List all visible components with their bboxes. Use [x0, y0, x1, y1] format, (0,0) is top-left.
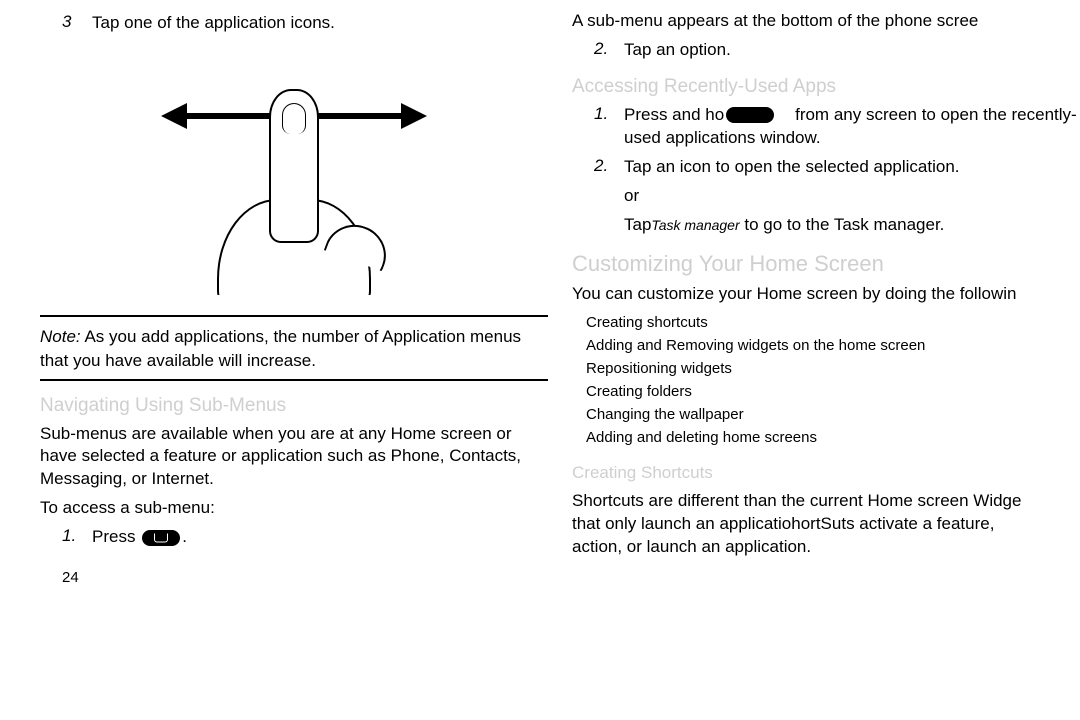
- step-3-number: 3: [62, 12, 92, 35]
- heading-customizing: Customizing Your Home Screen: [572, 251, 1080, 277]
- right-step-2-number: 2.: [594, 39, 624, 62]
- recent-or-line: or: [624, 185, 1080, 208]
- task-manager-line: TapTask manager to go to the Task manage…: [624, 214, 1080, 237]
- submenu-step-1-text: Press .: [92, 526, 548, 549]
- divider: [40, 315, 548, 317]
- bullet-widgets: Adding and Removing widgets on the home …: [586, 335, 1080, 356]
- bullet-folders: Creating folders: [586, 381, 1080, 402]
- bullet-homescreens: Adding and deleting home screens: [586, 427, 1080, 448]
- recent-step-1-text: Press and ho from any screen to open the…: [624, 104, 1080, 150]
- submenu-step-1-number: 1.: [62, 526, 92, 549]
- access-submenu-line: To access a sub-menu:: [40, 497, 548, 520]
- heading-submenus: Navigating Using Sub-Menus: [40, 395, 548, 417]
- bullet-shortcuts: Creating shortcuts: [586, 312, 1080, 333]
- shortcuts-paragraph: Shortcuts are different than the current…: [572, 490, 1080, 559]
- home-key-icon: [726, 107, 774, 123]
- page-number: 24: [62, 569, 548, 586]
- menu-key-icon: [142, 530, 180, 546]
- step-3-text: Tap one of the application icons.: [92, 12, 548, 35]
- submenu-appears-line: A sub-menu appears at the bottom of the …: [572, 10, 1080, 33]
- note-text: As you add applications, the number of A…: [40, 327, 521, 370]
- step-3: 3 Tap one of the application icons.: [62, 12, 548, 35]
- finger-icon: [269, 89, 319, 243]
- submenu-step-1: 1. Press .: [62, 526, 548, 549]
- press-label: Press: [92, 527, 135, 546]
- recent-step-2-number: 2.: [594, 156, 624, 179]
- customize-paragraph: You can customize your Home screen by do…: [572, 283, 1080, 306]
- heading-recent-apps: Accessing Recently-Used Apps: [572, 76, 1080, 98]
- submenus-paragraph: Sub-menus are available when you are at …: [40, 423, 548, 492]
- right-step-2-text: Tap an option.: [624, 39, 1080, 62]
- recent-step-1-number: 1.: [594, 104, 624, 150]
- divider: [40, 379, 548, 381]
- recent-step-2: 2. Tap an icon to open the selected appl…: [594, 156, 1080, 179]
- note-block: Note: As you add applications, the numbe…: [40, 325, 548, 373]
- note-label: Note:: [40, 327, 81, 346]
- bullet-wallpaper: Changing the wallpaper: [586, 404, 1080, 425]
- recent-step-1: 1. Press and ho from any screen to open …: [594, 104, 1080, 150]
- bullet-reposition: Repositioning widgets: [586, 358, 1080, 379]
- swipe-gesture-figure: [129, 49, 459, 309]
- recent-step-2-text: Tap an icon to open the selected applica…: [624, 156, 1080, 179]
- arrow-right-icon: [401, 103, 427, 129]
- right-step-2: 2. Tap an option.: [594, 39, 1080, 62]
- heading-creating-shortcuts: Creating Shortcuts: [572, 462, 1080, 485]
- arrow-left-icon: [161, 103, 187, 129]
